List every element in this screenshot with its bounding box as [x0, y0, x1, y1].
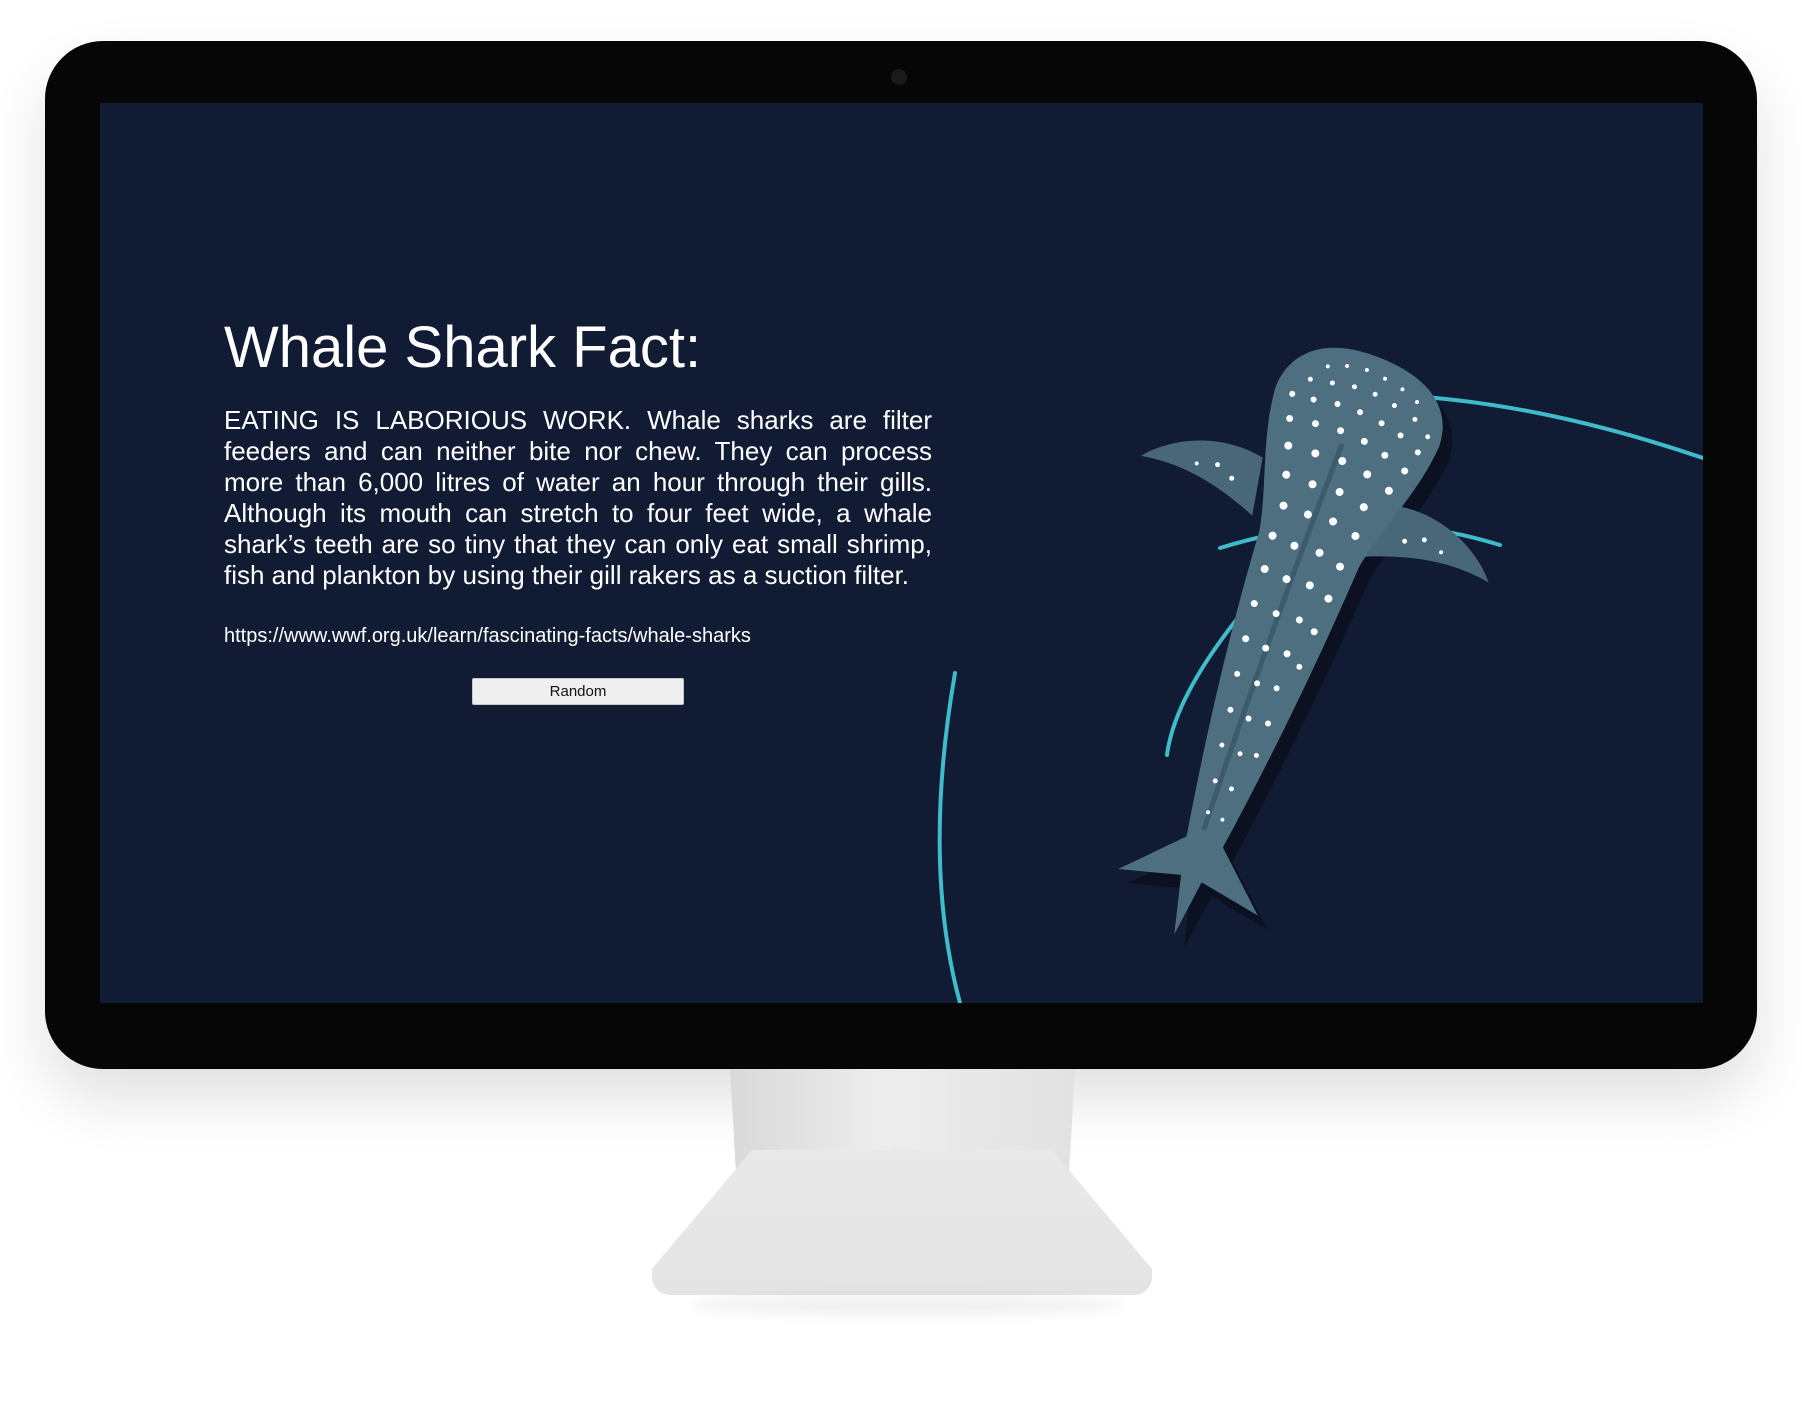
shark-body: [1118, 347, 1443, 935]
fact-text: EATING IS LABORIOUS WORK. Whale sharks a…: [224, 404, 932, 590]
shark-fin-left: [1140, 440, 1263, 516]
monitor-frame: Whale Shark Fact: EATING IS LABORIOUS WO…: [45, 41, 1757, 1069]
arc-line-left: [937, 671, 962, 1003]
camera-icon: [891, 69, 907, 85]
page-title: Whale Shark Fact:: [224, 315, 702, 380]
random-button[interactable]: Random: [472, 677, 684, 705]
monitor-stand-shadow: [690, 1295, 1120, 1315]
whale-shark: [1118, 347, 1489, 949]
monitor-stand-base: [652, 1150, 1152, 1295]
fact-panel: Whale Shark Fact: EATING IS LABORIOUS WO…: [224, 313, 932, 705]
source-link[interactable]: https://www.wwf.org.uk/learn/fascinating…: [224, 625, 932, 648]
screen: Whale Shark Fact: EATING IS LABORIOUS WO…: [100, 103, 1703, 1003]
